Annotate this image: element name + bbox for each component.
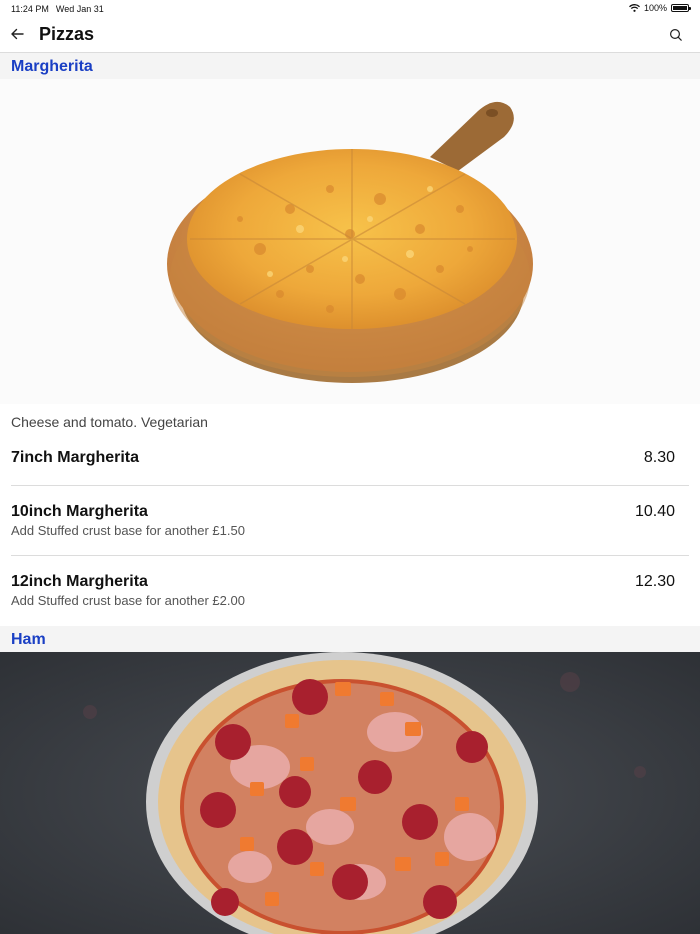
battery-percent: 100% <box>643 3 667 13</box>
section-title: Margherita <box>11 58 93 75</box>
battery-fill <box>673 6 687 10</box>
status-bar: 11:24 PM Wed Jan 31 100% <box>0 0 700 18</box>
section-header-margherita: Margherita <box>0 53 700 79</box>
ham-pizza-illustration <box>0 652 700 934</box>
menu-item-12inch-margherita[interactable]: 12inch Margherita Add Stuffed crust base… <box>11 556 689 626</box>
section-title: Ham <box>11 631 46 648</box>
item-name: 10inch Margherita <box>11 503 148 520</box>
arrow-left-icon <box>11 28 24 40</box>
margherita-image <box>0 79 700 404</box>
battery-icon <box>671 4 691 12</box>
item-name: 7inch Margherita <box>11 449 140 466</box>
section-description: Cheese and tomato. Vegetarian <box>11 414 208 430</box>
search-button[interactable] <box>666 25 686 45</box>
item-price: 10.40 <box>634 503 675 520</box>
section-header-ham: Ham <box>0 626 700 652</box>
status-date: Wed Jan 31 <box>55 4 104 14</box>
search-icon <box>669 28 682 41</box>
menu-item-7inch-margherita[interactable]: 7inch Margherita 8.30 <box>11 440 689 486</box>
status-time: 11:24 PM <box>11 4 49 14</box>
item-price: 12.30 <box>634 573 675 590</box>
page-title: Pizzas <box>39 24 95 44</box>
margherita-pizza-illustration <box>167 101 533 383</box>
back-button[interactable] <box>6 22 30 46</box>
app-header: Pizzas <box>0 18 700 53</box>
item-note: Add Stuffed crust base for another £1.50 <box>11 523 245 538</box>
item-price: 8.30 <box>643 449 675 466</box>
item-note: Add Stuffed crust base for another £2.00 <box>11 593 245 608</box>
item-name: 12inch Margherita <box>11 573 148 590</box>
menu-item-10inch-margherita[interactable]: 10inch Margherita Add Stuffed crust base… <box>11 486 689 556</box>
wifi-icon <box>629 4 640 12</box>
ham-image <box>0 652 700 934</box>
